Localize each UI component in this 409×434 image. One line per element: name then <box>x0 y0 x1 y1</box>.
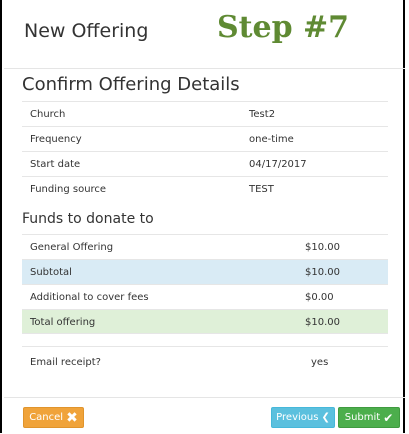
row-label: Frequency <box>30 134 82 145</box>
table-row: General Offering $10.00 <box>22 234 388 259</box>
previous-button[interactable]: Previous ❮ <box>271 407 335 428</box>
row-value: $0.00 <box>305 292 334 303</box>
table-row: Funding source TEST <box>22 176 388 201</box>
table-row: Frequency one-time <box>22 126 388 151</box>
funds-table: General Offering $10.00 Subtotal $10.00 … <box>22 234 388 334</box>
email-receipt-row: Email receipt? yes <box>22 346 388 377</box>
step-label: Step #7 <box>217 10 350 45</box>
row-label: Church <box>30 109 66 120</box>
cancel-button[interactable]: Cancel ✖ <box>23 407 84 428</box>
row-label: Additional to cover fees <box>30 292 149 303</box>
previous-button-label: Previous <box>276 412 319 423</box>
row-value: one-time <box>249 134 294 145</box>
row-label: Start date <box>30 159 81 170</box>
modal-header: New Offering Step #7 <box>4 0 405 69</box>
close-icon: ✖ <box>66 409 78 426</box>
row-value: Test2 <box>249 109 276 120</box>
confirm-section-title: Confirm Offering Details <box>22 74 240 95</box>
email-receipt-value: yes <box>311 357 329 368</box>
modal-frame: New Offering Step #7 Confirm Offering De… <box>0 0 405 433</box>
chevron-left-icon: ❮ <box>321 412 330 423</box>
table-row: Church Test2 <box>22 101 388 126</box>
subtotal-row: Subtotal $10.00 <box>22 259 388 284</box>
check-icon: ✔ <box>383 410 394 425</box>
total-row: Total offering $10.00 <box>22 309 388 334</box>
offering-details-table: Church Test2 Frequency one-time Start da… <box>22 101 388 201</box>
row-label: Funding source <box>30 184 107 195</box>
row-value: TEST <box>249 184 274 195</box>
table-row: Start date 04/17/2017 <box>22 151 388 176</box>
row-value: 04/17/2017 <box>249 159 307 170</box>
row-value: $10.00 <box>305 267 340 278</box>
submit-button[interactable]: Submit ✔ <box>338 407 400 428</box>
row-value: $10.00 <box>305 317 340 328</box>
row-value: $10.00 <box>305 242 340 253</box>
email-receipt-label: Email receipt? <box>30 357 101 368</box>
funds-section-title: Funds to donate to <box>22 211 154 227</box>
row-label: Subtotal <box>30 267 72 278</box>
row-label: Total offering <box>30 317 96 328</box>
modal-footer: Cancel ✖ Previous ❮ Submit ✔ <box>4 397 405 434</box>
cancel-button-label: Cancel <box>29 412 64 423</box>
submit-button-label: Submit <box>344 412 381 423</box>
modal-title: New Offering <box>24 20 149 42</box>
row-label: General Offering <box>30 242 114 253</box>
table-row: Additional to cover fees $0.00 <box>22 284 388 309</box>
